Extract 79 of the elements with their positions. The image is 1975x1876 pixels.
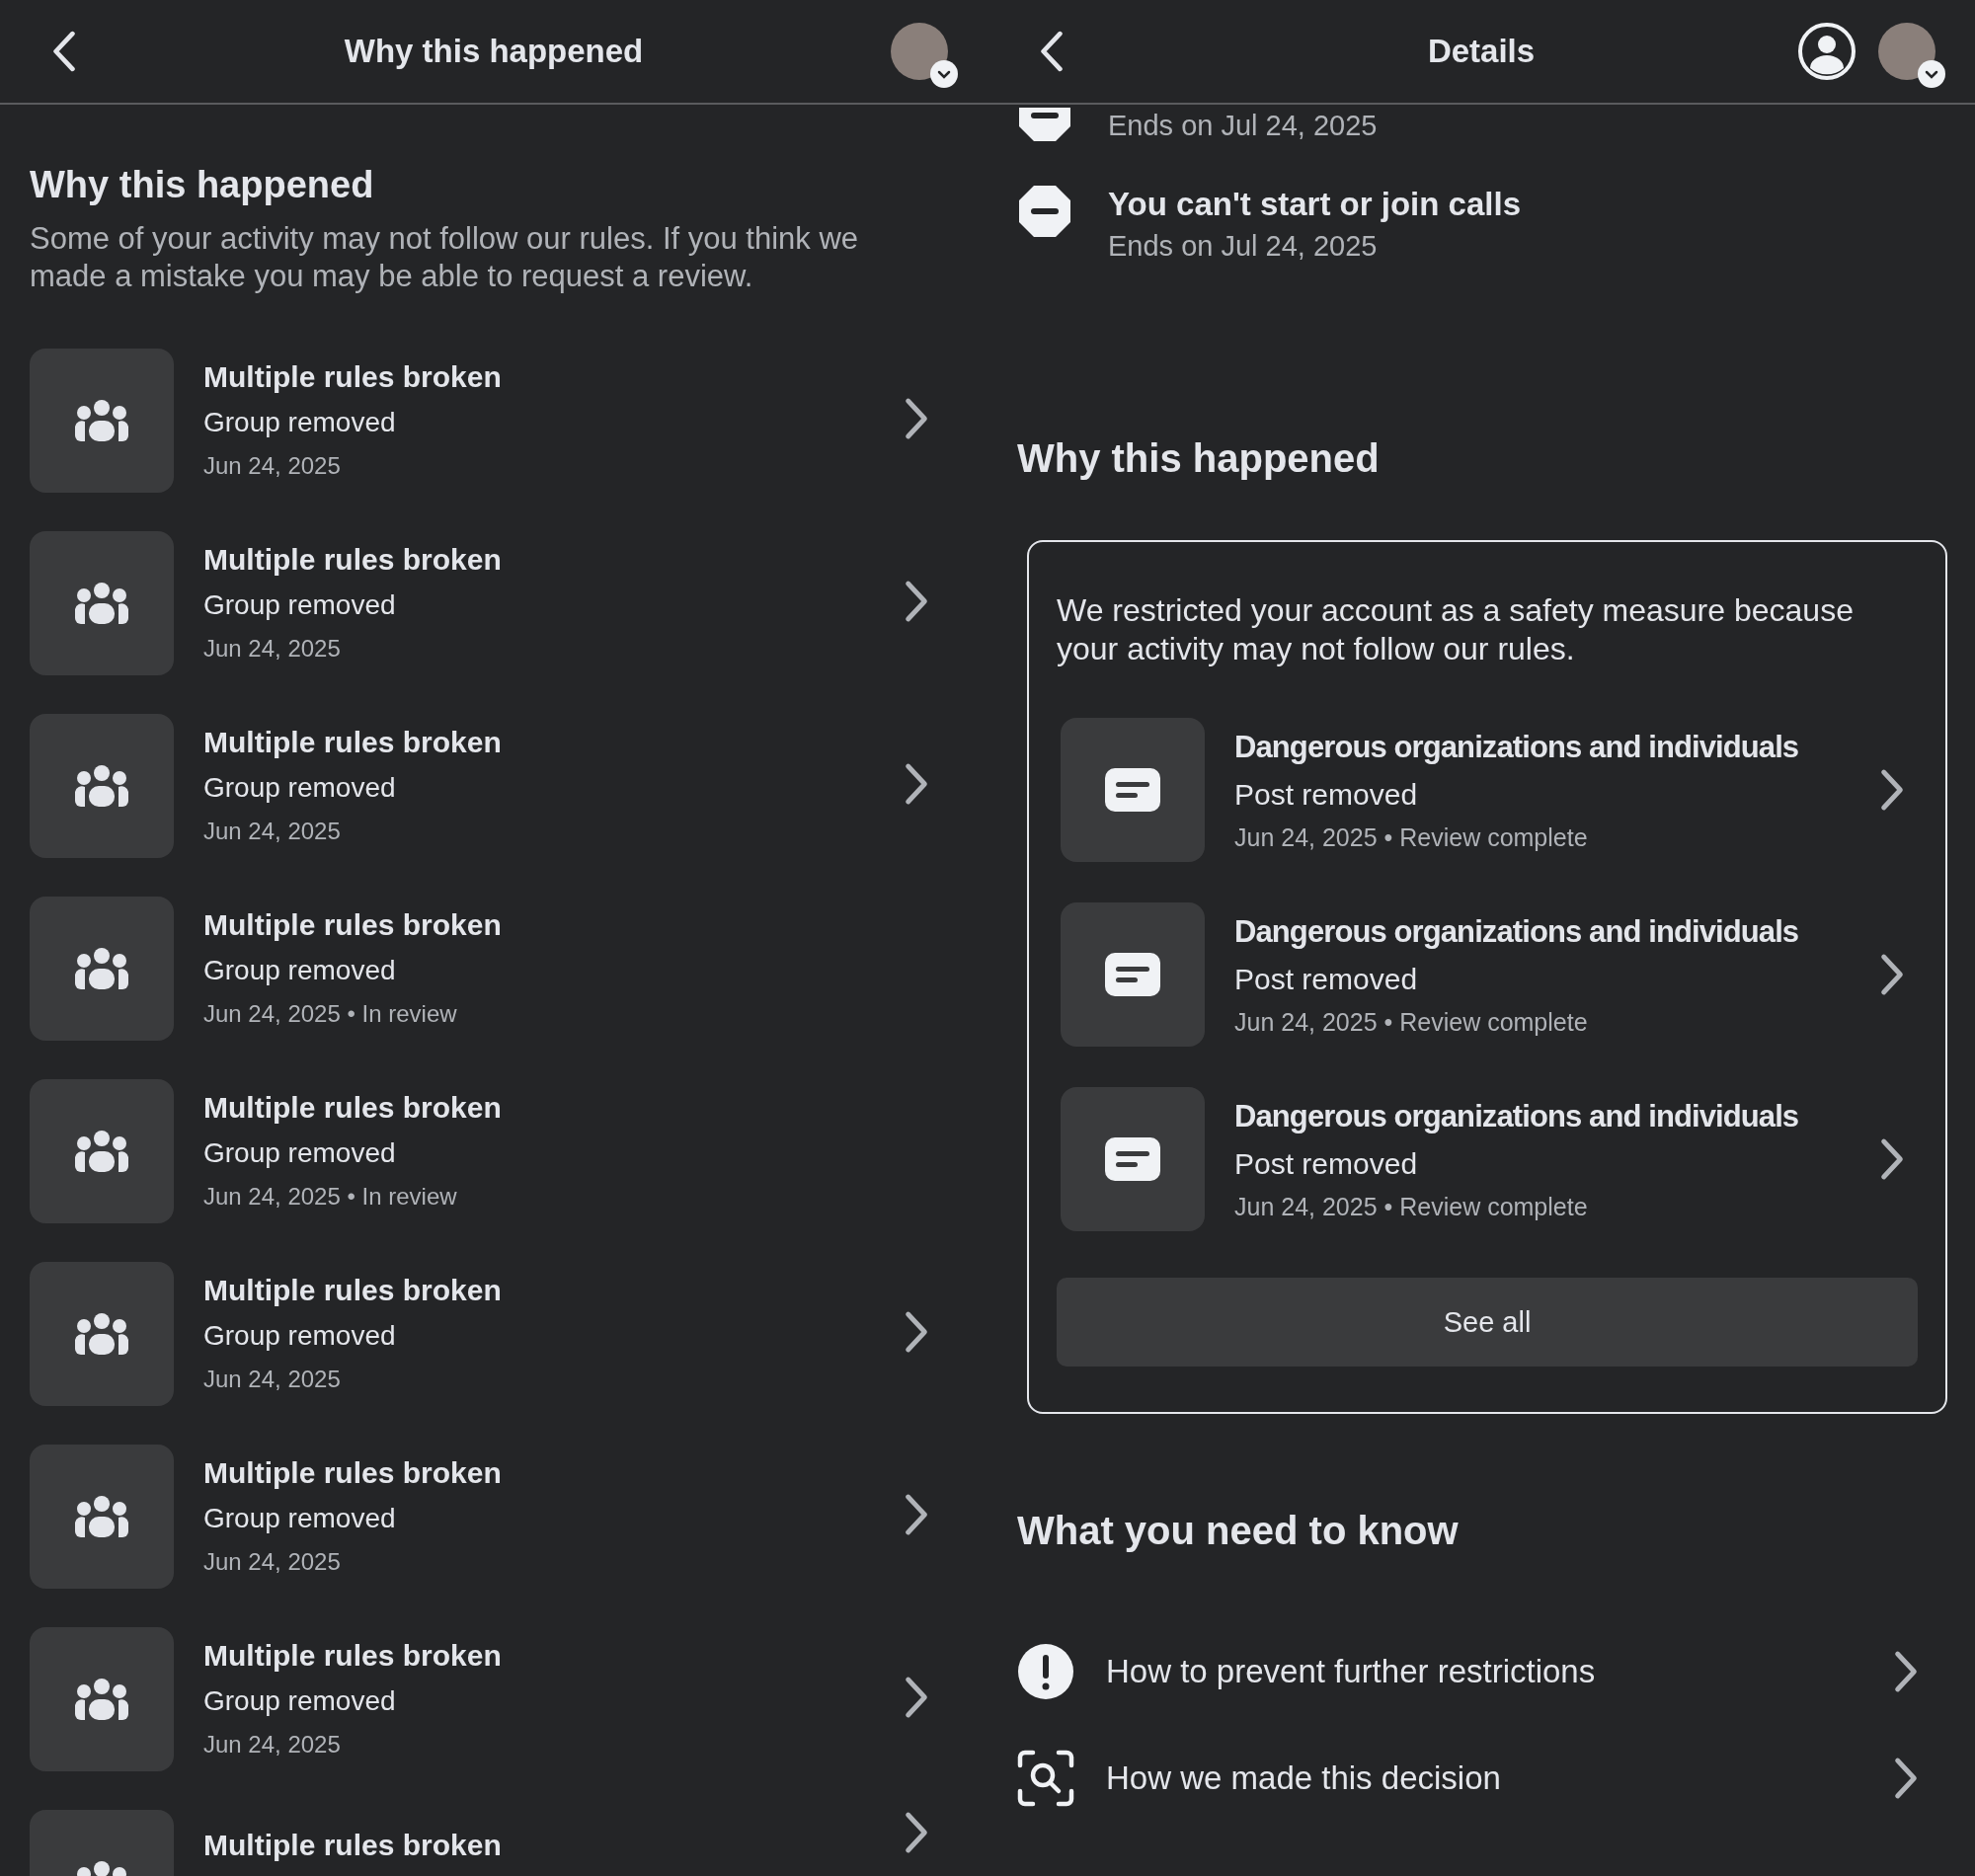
chevron-right-icon xyxy=(1880,1136,1904,1182)
chevron-right-icon xyxy=(1894,1649,1918,1694)
group-icon xyxy=(72,764,131,808)
profile-avatar[interactable] xyxy=(1878,23,1936,80)
chevron-right-icon xyxy=(905,1492,928,1537)
card-text: We restricted your account as a safety measure because your activity may not follow our rules. xyxy=(1057,591,1855,668)
item-subtitle: Group removed xyxy=(203,1136,397,1170)
chevron-right-icon xyxy=(905,396,928,441)
item-subtitle: Post removed xyxy=(1234,962,1419,997)
end-date: Ends on Jul 24, 2025 xyxy=(1108,229,1379,264)
item-date: Jun 24, 2025 • Review complete xyxy=(1234,1007,1589,1038)
item-title[interactable]: Dangerous organizations and individuals xyxy=(1234,1092,1851,1141)
chevron-right-icon xyxy=(905,1810,928,1855)
end-date: Ends on Jul 24, 2025 xyxy=(1108,109,1379,143)
item-subtitle: Post removed xyxy=(1234,1146,1419,1182)
group-icon xyxy=(72,1312,131,1356)
chevron-down-icon[interactable] xyxy=(930,60,958,88)
restriction-title: You can't start or join calls xyxy=(1108,185,1522,224)
group-icon xyxy=(72,1130,131,1173)
item-subtitle: Group removed xyxy=(203,1502,397,1535)
stop-sign-icon xyxy=(1017,184,1072,239)
item-date: Jun 24, 2025 xyxy=(203,1547,342,1577)
chevron-right-icon xyxy=(905,761,928,807)
item-date: Jun 24, 2025 xyxy=(203,634,342,664)
chevron-right-icon xyxy=(1880,952,1904,997)
chevron-right-icon xyxy=(905,1309,928,1355)
see-all-button[interactable]: See all xyxy=(1057,1278,1918,1367)
chevron-right-icon xyxy=(1894,1756,1918,1801)
item-title[interactable]: Multiple rules broken xyxy=(203,1634,875,1678)
chevron-down-icon[interactable] xyxy=(1918,60,1945,88)
item-subtitle: Group removed xyxy=(203,954,397,987)
section-heading: Why this happened xyxy=(1017,436,1381,481)
profile-icon[interactable] xyxy=(1797,22,1856,81)
chevron-right-icon xyxy=(905,579,928,624)
item-date: Jun 24, 2025 xyxy=(203,451,342,481)
search-icon xyxy=(1017,1750,1074,1807)
page-title: Why this happened xyxy=(344,33,644,69)
item-title[interactable]: Multiple rules broken xyxy=(203,1824,875,1867)
item-subtitle: Group removed xyxy=(203,1684,397,1718)
item-title[interactable]: Multiple rules broken xyxy=(203,903,958,947)
item-date: Jun 24, 2025 • Review complete xyxy=(1234,822,1589,853)
link-label[interactable]: How to prevent further restrictions xyxy=(1106,1653,1862,1690)
chevron-right-icon xyxy=(1880,767,1904,813)
chevron-right-icon xyxy=(905,1675,928,1720)
item-date: Jun 24, 2025 • In review xyxy=(203,1182,458,1212)
item-title[interactable]: Multiple rules broken xyxy=(203,1086,958,1130)
section-heading: What you need to know xyxy=(1017,1509,1460,1553)
item-subtitle: Group removed xyxy=(203,406,397,439)
message-icon xyxy=(1104,1136,1161,1182)
item-date: Jun 24, 2025 xyxy=(203,1730,342,1759)
item-subtitle: Group removed xyxy=(203,771,397,805)
section-heading: Why this happened xyxy=(30,164,375,206)
item-title[interactable]: Multiple rules broken xyxy=(203,1269,875,1312)
page-title: Details xyxy=(1427,33,1536,69)
item-title[interactable]: Multiple rules broken xyxy=(203,538,875,582)
message-icon xyxy=(1104,952,1161,997)
item-date: Jun 24, 2025 • Review complete xyxy=(1234,1192,1589,1222)
item-date: Jun 24, 2025 xyxy=(203,817,342,846)
group-icon xyxy=(72,399,131,442)
item-subtitle: Post removed xyxy=(1234,777,1419,813)
item-title[interactable]: Multiple rules broken xyxy=(203,355,875,399)
stop-sign-icon xyxy=(1017,108,1072,143)
description-text: Some of your activity may not follow our rules. If you think we made a mistake you may be able to request a review. xyxy=(30,220,860,295)
item-date: Jun 24, 2025 • In review xyxy=(203,999,458,1029)
group-icon xyxy=(72,1678,131,1721)
item-subtitle: Group removed xyxy=(203,588,397,622)
item-date: Jun 24, 2025 xyxy=(203,1365,342,1394)
exclamation-icon xyxy=(1017,1643,1074,1700)
item-title[interactable]: Dangerous organizations and individuals xyxy=(1234,723,1851,772)
message-icon xyxy=(1104,767,1161,813)
item-subtitle: Group removed xyxy=(203,1319,397,1353)
group-icon xyxy=(72,582,131,625)
item-title[interactable]: Multiple rules broken xyxy=(203,1451,875,1495)
group-icon xyxy=(72,1495,131,1538)
item-title[interactable]: Multiple rules broken xyxy=(203,721,875,764)
group-icon xyxy=(72,947,131,990)
link-label[interactable]: How we made this decision xyxy=(1106,1759,1862,1797)
profile-avatar[interactable] xyxy=(891,23,948,80)
item-title[interactable]: Dangerous organizations and individuals xyxy=(1234,907,1851,957)
